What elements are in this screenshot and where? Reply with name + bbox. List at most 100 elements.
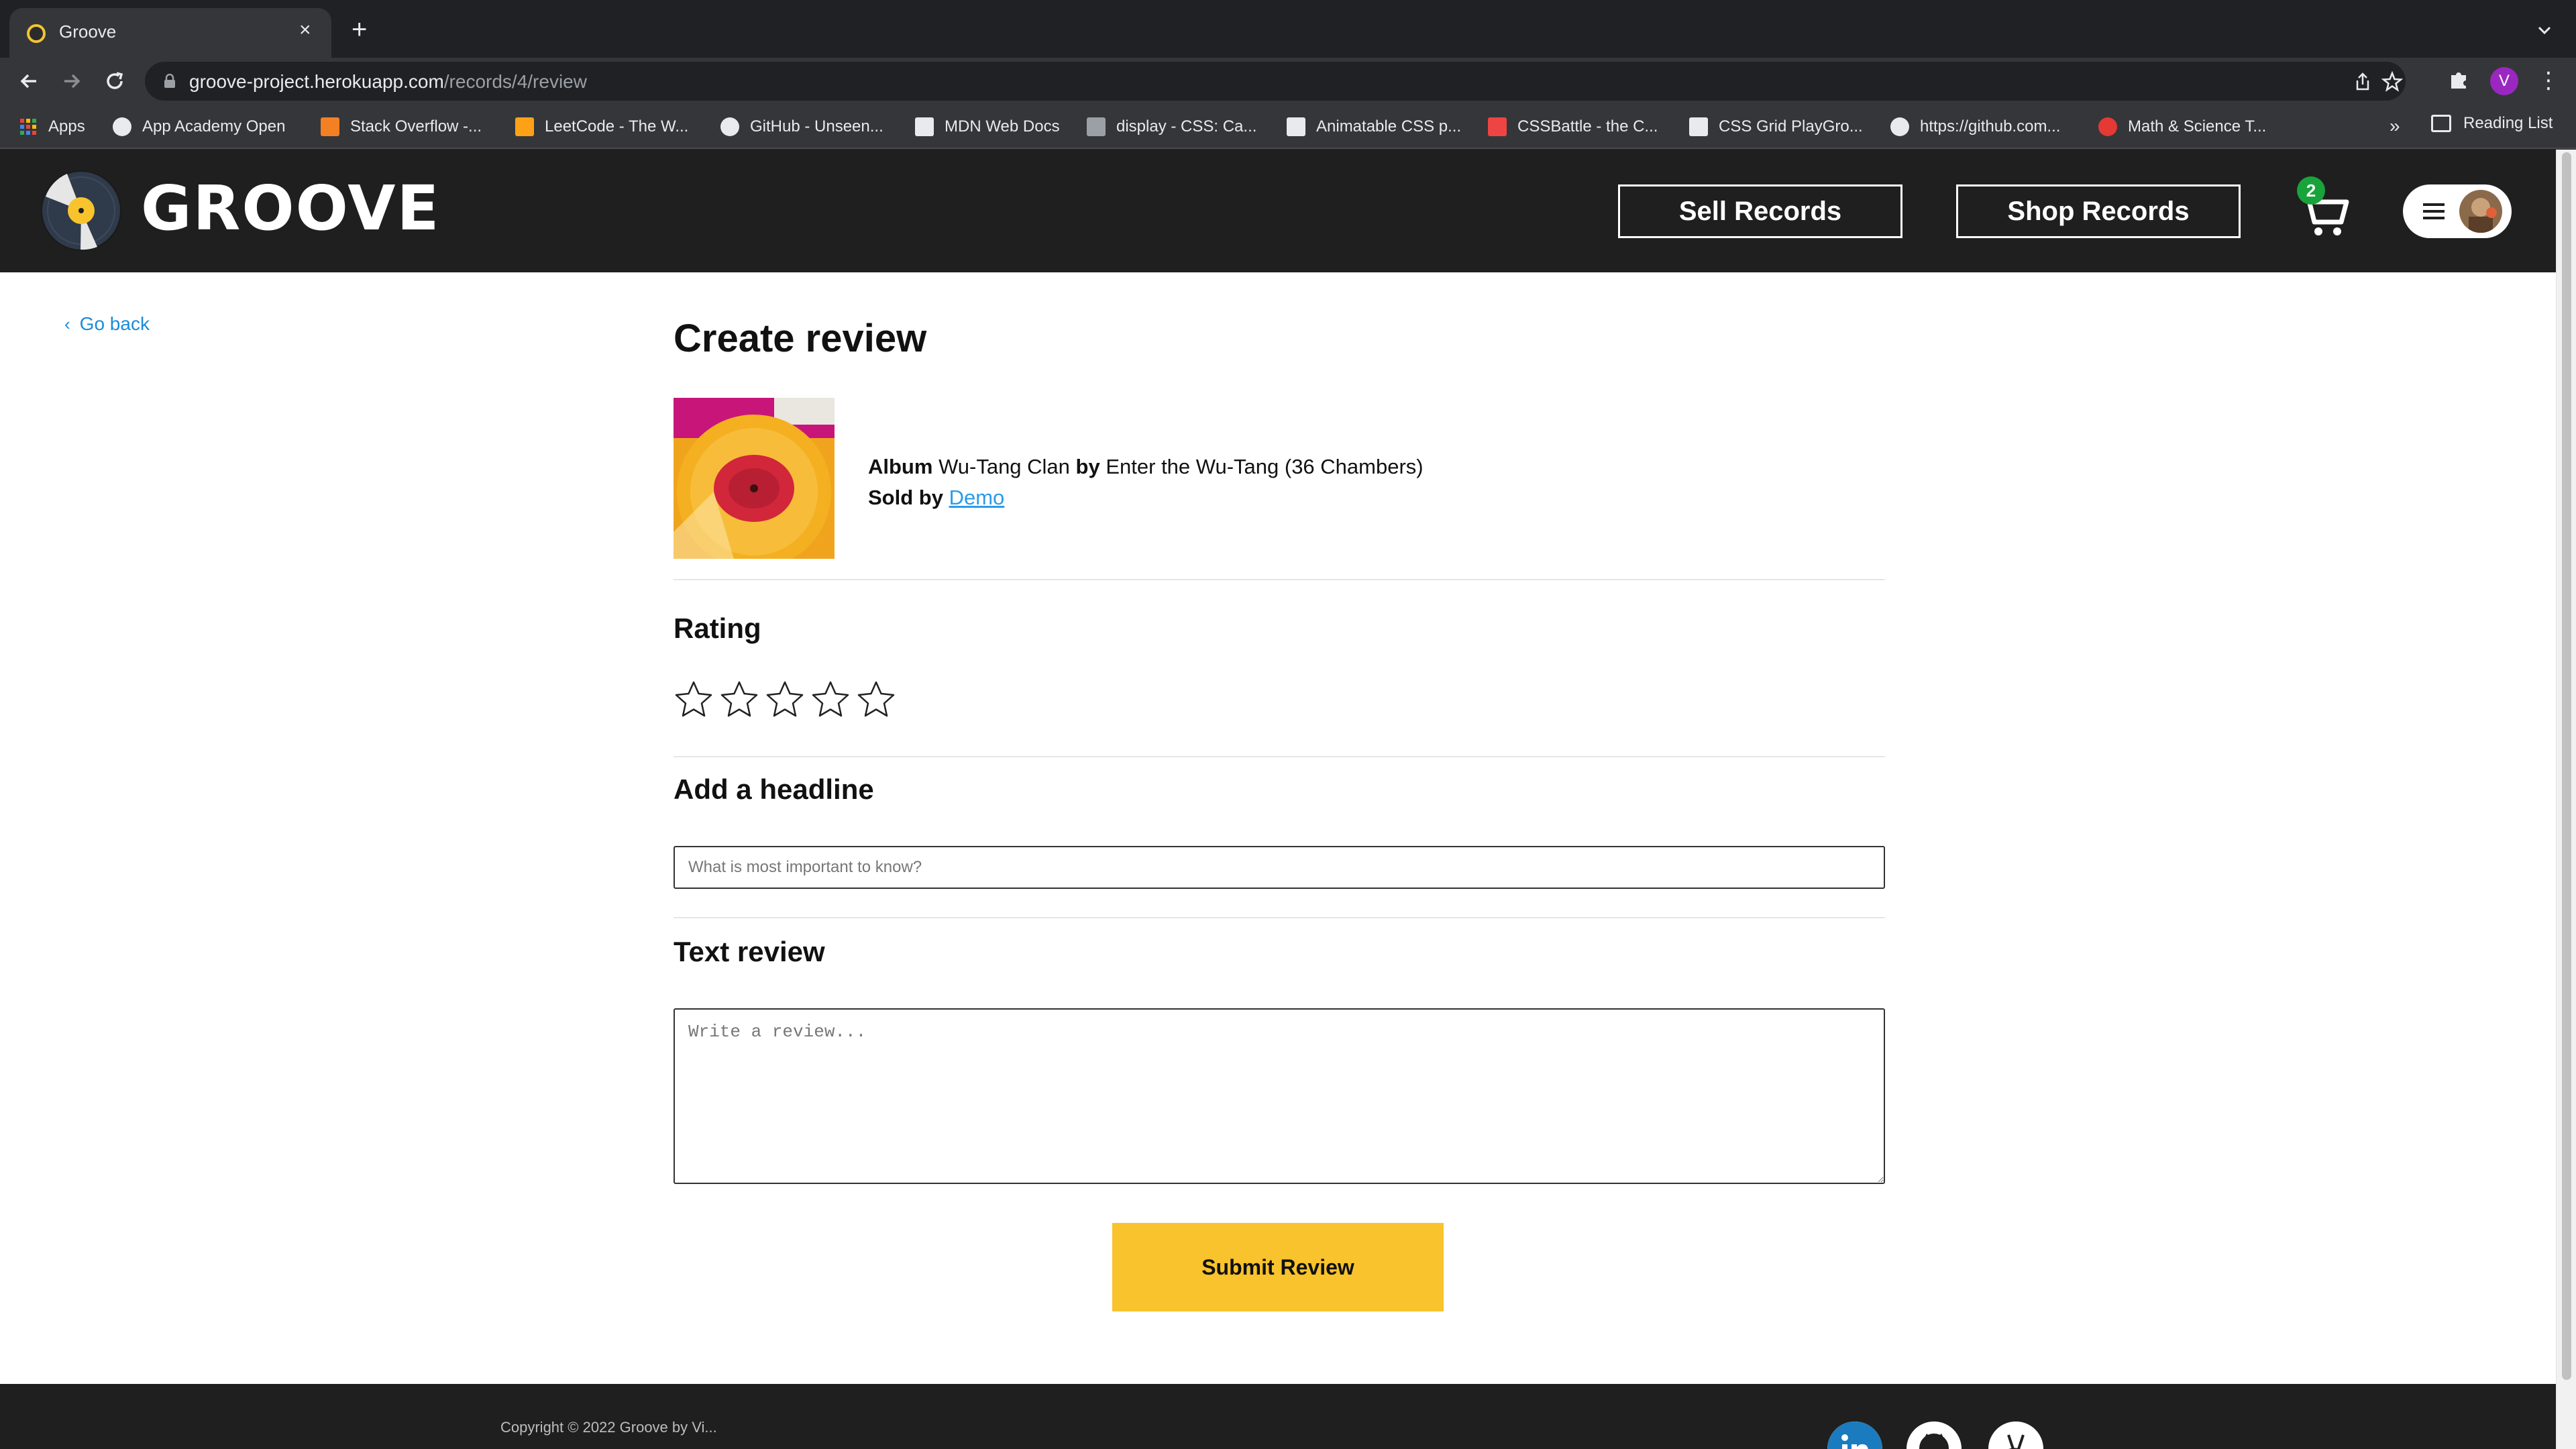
address-bar[interactable]: groove-project.herokuapp.com/records/4/r… [145, 62, 2406, 101]
tab-strip: Groove × + [0, 0, 2576, 58]
go-back-label: Go back [79, 313, 150, 334]
star-3-icon[interactable] [765, 680, 805, 720]
divider [674, 756, 1885, 757]
back-arrow-icon[interactable] [15, 67, 43, 95]
bookmark-label: https://github.com... [1920, 117, 2061, 136]
site-logo[interactable]: GROOVE [141, 175, 440, 242]
shop-records-button[interactable]: Shop Records [1956, 184, 2241, 238]
browser-tab[interactable]: Groove × [9, 8, 331, 58]
bookmarks-bar: Apps App Academy Open Stack Overflow -..… [0, 105, 2576, 149]
user-menu-button[interactable] [2403, 184, 2512, 238]
leetcode-icon [515, 117, 534, 136]
chrome-menu-icon[interactable]: ⋮ [2537, 67, 2560, 94]
globe-icon [113, 117, 131, 136]
cssbattle-icon [1488, 117, 1507, 136]
album-name: Enter the Wu-Tang (36 Chambers) [1106, 455, 1424, 478]
album-cover-image [674, 398, 835, 559]
profile-avatar[interactable]: V [2490, 67, 2518, 95]
bookmark-cssbattle[interactable]: CSSBattle - the C... [1488, 114, 1658, 140]
angellist-icon[interactable] [1988, 1421, 2043, 1449]
bookmark-stack-overflow[interactable]: Stack Overflow -... [321, 114, 482, 140]
album-label: Album [868, 455, 933, 478]
headline-heading: Add a headline [674, 773, 874, 805]
apps-grid-icon [20, 119, 36, 135]
bookmark-star-icon[interactable] [2381, 71, 2403, 93]
close-tab-icon[interactable]: × [299, 19, 311, 42]
star-2-icon[interactable] [719, 680, 759, 720]
bookmark-github-url[interactable]: https://github.com... [1890, 114, 2060, 140]
bookmark-apps[interactable]: Apps [19, 114, 85, 140]
hamburger-menu-icon [2423, 203, 2445, 219]
star-1-icon[interactable] [674, 680, 714, 720]
url-text: groove-project.herokuapp.com/records/4/r… [189, 71, 587, 93]
sell-records-button[interactable]: Sell Records [1618, 184, 1902, 238]
album-line: Album Wu-Tang Clan by Enter the Wu-Tang … [868, 451, 1424, 482]
reading-list-icon [2431, 115, 2451, 132]
bookmark-label: Math & Science T... [2128, 117, 2267, 136]
bookmark-label: GitHub - Unseen... [750, 117, 883, 136]
go-back-link[interactable]: ‹ Go back [64, 313, 150, 335]
bookmark-css-grid-playground[interactable]: CSS Grid PlayGro... [1689, 114, 1863, 140]
bookmark-label: LeetCode - The W... [545, 117, 689, 136]
page: GROOVE Sell Records Shop Records 2 ‹ Go … [0, 150, 2556, 1449]
bookmark-label: App Academy Open [142, 117, 286, 136]
page-title: Create review [674, 317, 927, 360]
bookmark-math-science[interactable]: Math & Science T... [2098, 114, 2266, 140]
page-scrollbar[interactable] [2556, 150, 2576, 1449]
tab-title: Groove [59, 21, 117, 42]
reading-list-label: Reading List [2463, 114, 2553, 132]
submit-review-button[interactable]: Submit Review [1112, 1223, 1444, 1311]
tab-search-chevron-icon[interactable] [2534, 20, 2555, 40]
record-icon [2098, 117, 2117, 136]
groove-favicon-icon [27, 24, 46, 43]
linkedin-icon[interactable] [1827, 1421, 1882, 1449]
bookmark-css-display[interactable]: display - CSS: Ca... [1087, 114, 1256, 140]
bookmark-label: display - CSS: Ca... [1116, 117, 1257, 136]
bookmark-github-unseen[interactable]: GitHub - Unseen... [720, 114, 883, 140]
bookmarks-overflow-icon[interactable]: » [2390, 115, 2400, 137]
bookmark-leetcode[interactable]: LeetCode - The W... [515, 114, 688, 140]
site-header: GROOVE Sell Records Shop Records 2 [0, 150, 2556, 272]
headline-input[interactable] [674, 846, 1885, 889]
new-tab-icon[interactable]: + [352, 16, 367, 43]
star-4-icon[interactable] [810, 680, 851, 720]
reload-icon[interactable] [101, 67, 129, 95]
mdn-icon [915, 117, 934, 136]
github-icon[interactable] [1907, 1421, 1962, 1449]
divider [674, 917, 1885, 918]
browser-toolbar: groove-project.herokuapp.com/records/4/r… [0, 58, 2576, 105]
mdn-m-icon [1087, 117, 1106, 136]
seller-line: Sold by Demo [868, 482, 1424, 513]
mdn-icon [1287, 117, 1305, 136]
chevron-left-icon: ‹ [64, 313, 70, 334]
album-info: Album Wu-Tang Clan by Enter the Wu-Tang … [868, 451, 1424, 513]
vinyl-logo-icon[interactable] [40, 170, 122, 252]
url-path: /records/4/review [443, 71, 587, 92]
bookmark-mdn[interactable]: MDN Web Docs [915, 114, 1060, 140]
sold-by-label: Sold by [868, 486, 943, 509]
bookmark-label: Stack Overflow -... [350, 117, 482, 136]
scrollbar-thumb[interactable] [2562, 152, 2571, 1380]
text-review-heading: Text review [674, 936, 825, 967]
url-host: groove-project.herokuapp.com [189, 71, 444, 92]
bookmark-label: Apps [48, 117, 85, 136]
site-footer: Copyright © 2022 Groove by Vi... [0, 1384, 2556, 1449]
star-5-icon[interactable] [856, 680, 896, 720]
review-textarea[interactable] [674, 1008, 1885, 1184]
star-rating[interactable] [674, 680, 896, 720]
bookmark-animatable-css[interactable]: Animatable CSS p... [1287, 114, 1461, 140]
by-label: by [1075, 455, 1100, 478]
github-icon [1890, 117, 1909, 136]
bookmark-label: MDN Web Docs [945, 117, 1060, 136]
bookmark-label: Animatable CSS p... [1316, 117, 1462, 136]
browser-chrome: Groove × + groove-project.herokuapp.com/… [0, 0, 2576, 150]
user-avatar [2459, 190, 2502, 233]
rating-heading: Rating [674, 612, 761, 644]
extensions-puzzle-icon[interactable] [2447, 67, 2471, 91]
lock-icon[interactable] [164, 74, 176, 89]
reading-list-button[interactable]: Reading List [2431, 114, 2553, 133]
share-icon[interactable] [2352, 71, 2373, 93]
seller-link[interactable]: Demo [949, 486, 1005, 509]
bookmark-app-academy[interactable]: App Academy Open [113, 114, 285, 140]
forward-arrow-icon[interactable] [58, 67, 86, 95]
